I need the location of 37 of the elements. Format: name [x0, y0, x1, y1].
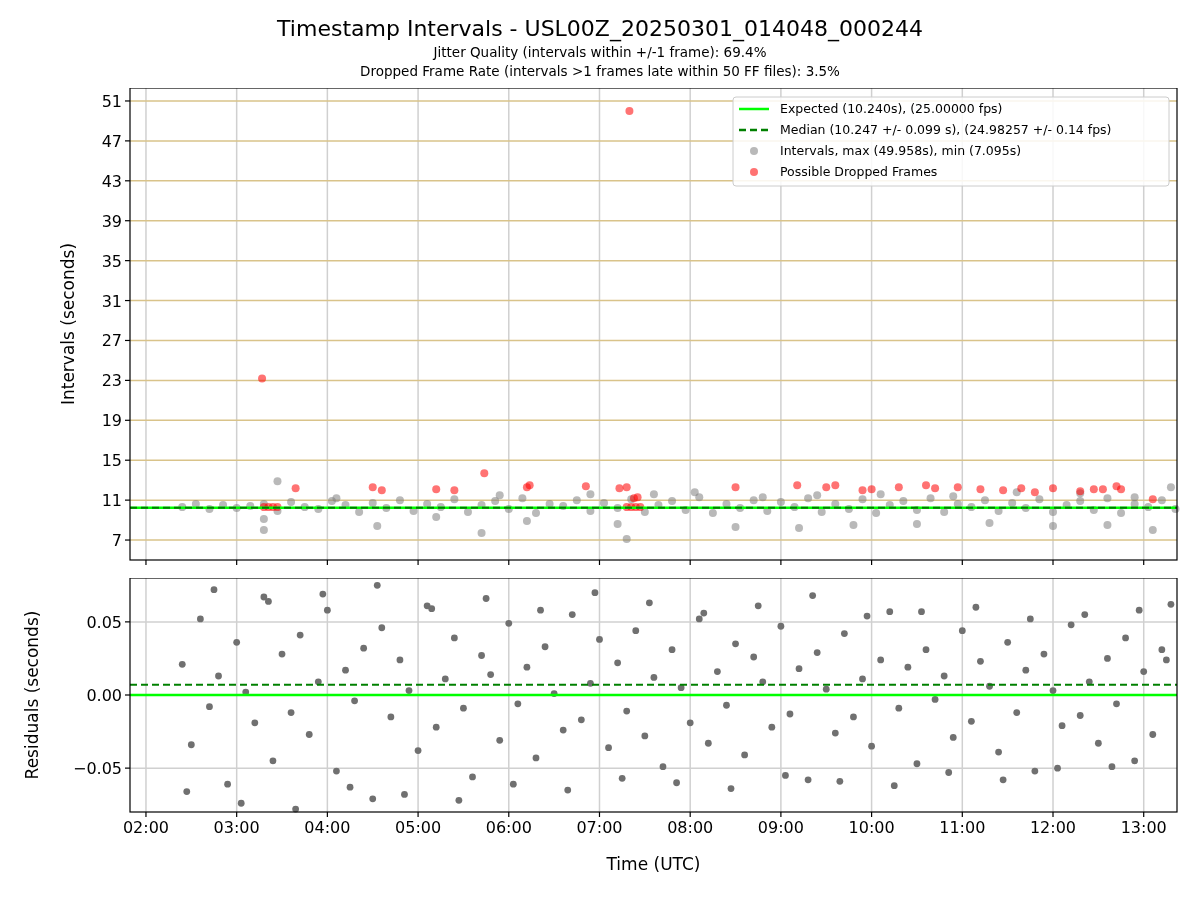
- tick-label: 31: [101, 291, 122, 311]
- tick-label: 35: [101, 251, 122, 271]
- axis-label: Residuals (seconds): [22, 610, 42, 780]
- tick-label: −0.05: [72, 759, 122, 779]
- tick-label: 10:00: [848, 818, 895, 837]
- tick-label: 27: [101, 331, 122, 351]
- tick-label: 23: [101, 371, 122, 391]
- tick-label: 11: [101, 491, 122, 511]
- chart-title: Timestamp Intervals - USL00Z_20250301_014048_000244: [277, 15, 923, 43]
- tick-label: 19: [101, 411, 122, 431]
- tick-label: 03:00: [213, 818, 260, 837]
- tick-label: 0.05: [86, 612, 122, 632]
- tick-label: 12:00: [1029, 818, 1077, 837]
- tick-label: 05:00: [395, 818, 442, 837]
- tick-label: 06:00: [485, 818, 532, 837]
- axis-label: Time (UTC): [606, 854, 701, 874]
- tick-label: 02:00: [122, 818, 169, 837]
- legend-label: Intervals, max (49.958s), min (7.095s): [780, 143, 1022, 158]
- tick-label: 47: [101, 131, 122, 151]
- tick-label: 51: [101, 91, 122, 111]
- chart-subtitle: Jitter Quality (intervals within +/-1 frame): 69.4%: [433, 43, 767, 62]
- tick-label: 39: [101, 211, 122, 231]
- tick-label: 13:00: [1120, 818, 1167, 837]
- tick-label: 04:00: [304, 818, 351, 837]
- legend-label: Possible Dropped Frames: [780, 164, 938, 179]
- tick-label: 08:00: [667, 818, 714, 837]
- tick-label: 07:00: [576, 818, 623, 837]
- tick-label: 7: [111, 531, 122, 551]
- tick-label: 09:00: [757, 818, 804, 837]
- tick-label: 0.00: [86, 686, 122, 705]
- tick-label: 11:00: [939, 818, 986, 837]
- axis-label: Intervals (seconds): [58, 242, 78, 406]
- legend-label: Expected (10.240s), (25.00000 fps): [780, 101, 1003, 116]
- legend-label: Median (10.247 +/- 0.099 s), (24.98257 +/- 0.14 fps): [780, 122, 1112, 137]
- chart-subtitle: Dropped Frame Rate (intervals >1 frames late within 50 FF files): 3.5%: [360, 62, 840, 81]
- tick-label: 15: [101, 451, 122, 471]
- tick-label: 43: [101, 171, 122, 191]
